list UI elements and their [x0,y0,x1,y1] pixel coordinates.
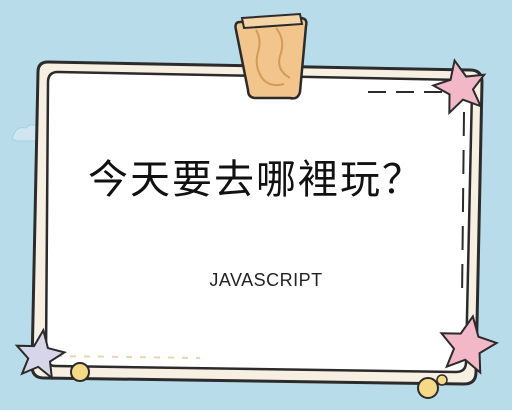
washi-tape-icon [234,12,308,100]
card-subtitle: JAVASCRIPT [209,270,323,290]
postcard-illustration: 今天要去哪裡玩？ JAVASCRIPT [0,0,512,410]
card-artwork [11,12,499,399]
card-front [44,70,474,374]
dot-icon [417,377,439,399]
card-title: 今天要去哪裡玩？ [88,157,424,203]
dot-icon [436,374,448,386]
dot-icon [70,362,90,382]
